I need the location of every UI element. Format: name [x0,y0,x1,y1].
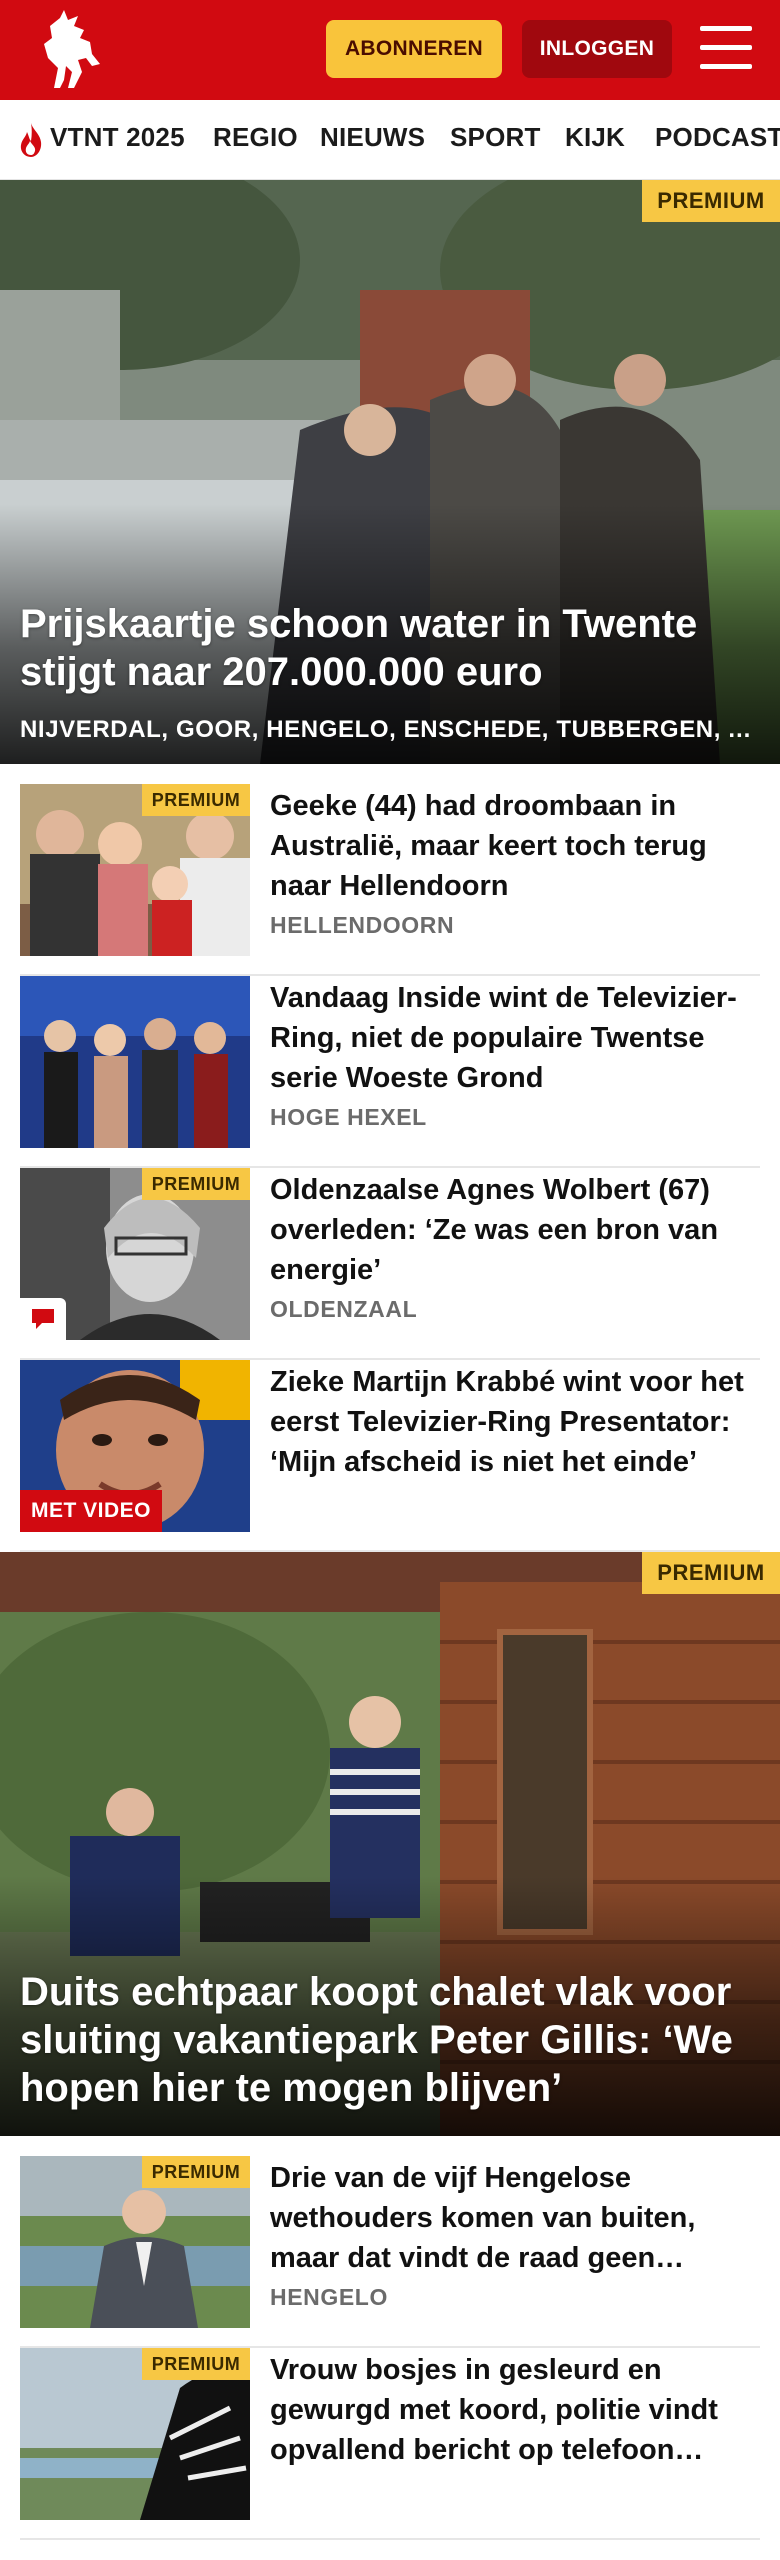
premium-badge: PREMIUM [642,1552,780,1594]
list-item[interactable]: PREMIUM Drie van de vijf Hengelose wetho… [20,2156,760,2348]
article-title[interactable]: Vandaag Inside wint de Televizier-Ring, … [270,978,760,1098]
hero-places: NIJVERDAL, GOOR, HENGELO, ENSCHEDE, TUBB… [20,716,760,743]
tubantia-horse-logo[interactable] [34,8,108,92]
article-thumbnail [20,976,250,1148]
nav-item-podcast[interactable]: PODCAST [655,122,780,153]
login-button[interactable]: INLOGGEN [522,20,672,78]
hero-title[interactable]: Duits echtpaar koopt chalet vlak voor sl… [20,1968,760,2112]
list-item[interactable]: PREMIUM Geeke (44) had droombaan in Aust… [20,784,760,976]
article-location: HENGELO [270,2284,388,2310]
article-thumbnail: MET VIDEO [20,1360,250,1532]
nav-item-kijk[interactable]: KIJK [565,122,625,153]
article-thumbnail: PREMIUM [20,1168,250,1340]
article-location: HELLENDOORN [270,912,455,938]
list-item[interactable]: PREMIUM Oldenzaalse Agnes Wolbert (67) o… [20,1168,760,1360]
article-title[interactable]: Geeke (44) had droombaan in Australië, m… [270,786,760,906]
article-title[interactable]: Vrouw bosjes in gesleurd en gewurgd met … [270,2350,760,2470]
premium-badge: PREMIUM [142,1168,250,1200]
list-item[interactable]: Vandaag Inside wint de Televizier-Ring, … [20,976,760,1168]
top-bar: ABONNEREN INLOGGEN [0,0,780,100]
comment-icon[interactable] [20,1298,66,1340]
hero-article-water[interactable]: PREMIUM Prijskaartje schoon water in Twe… [0,180,780,764]
subscribe-button[interactable]: ABONNEREN [326,20,502,78]
nav-item-vtnt[interactable]: VTNT 2025 [50,122,185,153]
article-title[interactable]: Drie van de vijf Hengelose wethouders ko… [270,2158,760,2278]
video-badge: MET VIDEO [20,1490,162,1532]
premium-badge: PREMIUM [142,2348,250,2380]
premium-badge: PREMIUM [142,2156,250,2188]
list-item[interactable]: MET VIDEO Zieke Martijn Krabbé wint voor… [20,1360,760,1552]
hamburger-menu-icon[interactable] [700,24,752,72]
hero-title[interactable]: Prijskaartje schoon water in Twente stij… [20,600,760,696]
nav-item-sport[interactable]: SPORT [450,122,541,153]
main-nav: VTNT 2025 REGIO NIEUWS SPORT KIJK PODCAS… [0,100,780,180]
nav-item-nieuws[interactable]: NIEUWS [320,122,425,153]
article-title[interactable]: Zieke Martijn Krabbé wint voor het eerst… [270,1362,760,1482]
article-thumbnail: PREMIUM [20,784,250,956]
article-title[interactable]: Oldenzaalse Agnes Wolbert (67) overleden… [270,1170,760,1290]
premium-badge: PREMIUM [642,180,780,222]
flame-icon [20,123,42,157]
nav-item-regio[interactable]: REGIO [213,122,298,153]
article-location: HOGE HEXEL [270,1104,427,1130]
article-thumbnail: PREMIUM [20,2348,250,2520]
premium-badge: PREMIUM [142,784,250,816]
article-location: OLDENZAAL [270,1296,418,1322]
hero-article-chalet[interactable]: PREMIUM Duits echtpaar koopt chalet vlak… [0,1552,780,2136]
list-item[interactable]: PREMIUM Vrouw bosjes in gesleurd en gewu… [20,2348,760,2540]
article-thumbnail: PREMIUM [20,2156,250,2328]
